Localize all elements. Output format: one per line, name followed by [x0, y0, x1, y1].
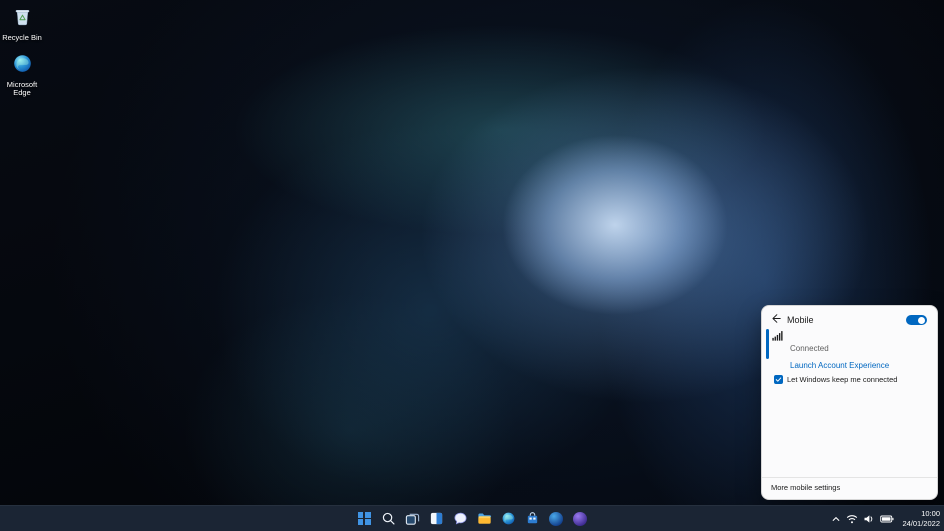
panel-title: Mobile: [787, 315, 814, 325]
edge-shortcut-label: Microsoft Edge: [2, 81, 42, 98]
recycle-bin-shortcut[interactable]: Recycle Bin: [2, 6, 42, 43]
mobile-toggle[interactable]: [906, 315, 927, 325]
battery-icon: [880, 515, 894, 523]
pinned-app-1-icon: [549, 512, 563, 526]
tray-volume-button[interactable]: [863, 514, 875, 524]
checkbox-label: Let Windows keep me connected: [787, 375, 897, 384]
mobile-flyout-panel: Mobile Connected Launch Account Experien…: [761, 305, 938, 500]
file-explorer-button[interactable]: [475, 510, 493, 528]
microsoft-edge-shortcut[interactable]: Microsoft Edge: [2, 53, 42, 98]
wifi-icon: [846, 514, 858, 524]
toggle-knob: [918, 317, 926, 325]
back-button[interactable]: [770, 313, 782, 325]
panel-divider: [762, 477, 937, 478]
clock-date: 24/01/2022: [902, 519, 940, 529]
store-icon: [525, 511, 540, 526]
start-button[interactable]: [355, 510, 373, 528]
windows-logo-icon: [358, 512, 371, 525]
edge-icon: [12, 53, 33, 79]
launch-account-experience-link[interactable]: Launch Account Experience: [790, 361, 889, 370]
search-icon: [381, 511, 396, 526]
recycle-bin-label: Recycle Bin: [2, 34, 42, 43]
checkbox-checked-icon: [774, 375, 783, 384]
widgets-button[interactable]: [427, 510, 445, 528]
tray-network-button[interactable]: [846, 514, 858, 524]
chat-button[interactable]: [451, 510, 469, 528]
system-tray: 10:00 24/01/2022: [831, 506, 940, 531]
taskbar: 10:00 24/01/2022: [0, 505, 944, 531]
search-button[interactable]: [379, 510, 397, 528]
pinned-app-2-button[interactable]: [571, 510, 589, 528]
taskbar-center-group: [355, 506, 589, 531]
chat-icon: [453, 511, 468, 526]
selected-item-accent: [766, 329, 769, 359]
desktop-icon-area: Recycle Bin Microsoft Edge: [2, 6, 42, 98]
recycle-bin-icon: [12, 6, 33, 32]
edge-icon: [501, 511, 516, 526]
cellular-signal-icon[interactable]: [772, 330, 783, 341]
store-button[interactable]: [523, 510, 541, 528]
keep-connected-checkbox[interactable]: Let Windows keep me connected: [774, 375, 897, 384]
pinned-app-1-button[interactable]: [547, 510, 565, 528]
chevron-up-icon: [831, 514, 841, 524]
file-explorer-icon: [477, 511, 492, 526]
back-arrow-icon: [770, 313, 781, 324]
widgets-icon: [429, 511, 444, 526]
task-view-icon: [405, 511, 420, 526]
pinned-app-2-icon: [573, 512, 587, 526]
connection-status: Connected: [790, 344, 829, 353]
task-view-button[interactable]: [403, 510, 421, 528]
more-mobile-settings-link[interactable]: More mobile settings: [771, 483, 840, 492]
taskbar-clock[interactable]: 10:00 24/01/2022: [899, 509, 940, 529]
edge-taskbar-button[interactable]: [499, 510, 517, 528]
speaker-icon: [863, 514, 875, 524]
clock-time: 10:00: [902, 509, 940, 519]
tray-chevron-up-button[interactable]: [831, 514, 841, 524]
tray-battery-button[interactable]: [880, 515, 894, 523]
